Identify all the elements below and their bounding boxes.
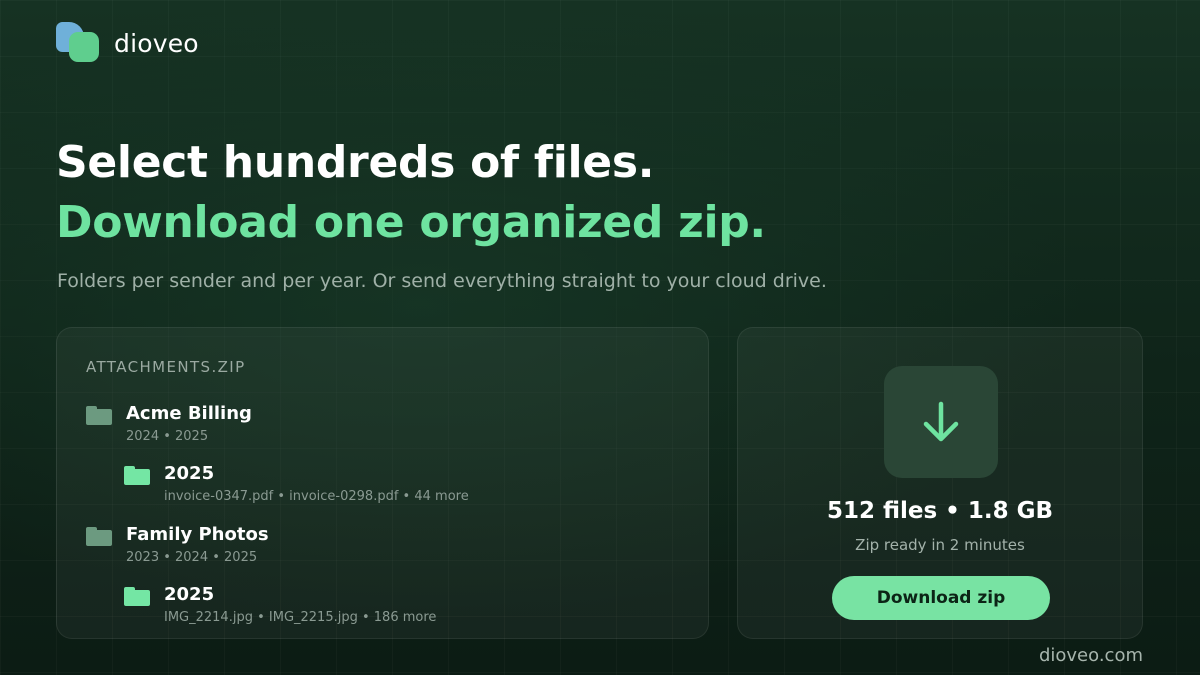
headline-line-2: Download one organized zip. (56, 197, 766, 248)
archive-preview-card: ATTACHMENTS.ZIP Acme Billing 2024 • 2025… (56, 327, 709, 639)
dioveo-logo-icon (56, 22, 100, 64)
folder-name: Acme Billing (126, 403, 252, 424)
folder-icon (86, 527, 112, 546)
folder-years: 2023 • 2024 • 2025 (126, 550, 258, 565)
download-icon-tile (884, 366, 998, 478)
subfolder-name: 2025 (164, 463, 215, 484)
subfolder-files: IMG_2214.jpg • IMG_2215.jpg • 186 more (164, 610, 437, 625)
download-card: 512 files • 1.8 GB Zip ready in 2 minute… (737, 327, 1143, 639)
folder-icon (124, 466, 150, 485)
subfolder-name: 2025 (164, 584, 215, 605)
arrow-down-icon (923, 401, 959, 442)
subheadline: Folders per sender and per year. Or send… (57, 270, 827, 292)
subfolder-files: invoice-0347.pdf • invoice-0298.pdf • 44… (164, 489, 469, 504)
download-eta: Zip ready in 2 minutes (855, 536, 1025, 554)
brand-name: dioveo (114, 28, 199, 58)
footer-url: dioveo.com (1038, 645, 1143, 666)
folder-name: Family Photos (126, 524, 269, 545)
headline: Select hundreds of files. Download one o… (56, 133, 766, 253)
download-stats: 512 files • 1.8 GB (826, 498, 1054, 524)
brand: dioveo (56, 22, 199, 64)
download-zip-button[interactable]: Download zip (832, 576, 1050, 620)
folder-years: 2024 • 2025 (126, 429, 209, 444)
headline-line-1: Select hundreds of files. (56, 137, 655, 188)
folder-icon (124, 587, 150, 606)
archive-title: ATTACHMENTS.ZIP (86, 358, 246, 376)
folder-icon (86, 406, 112, 425)
